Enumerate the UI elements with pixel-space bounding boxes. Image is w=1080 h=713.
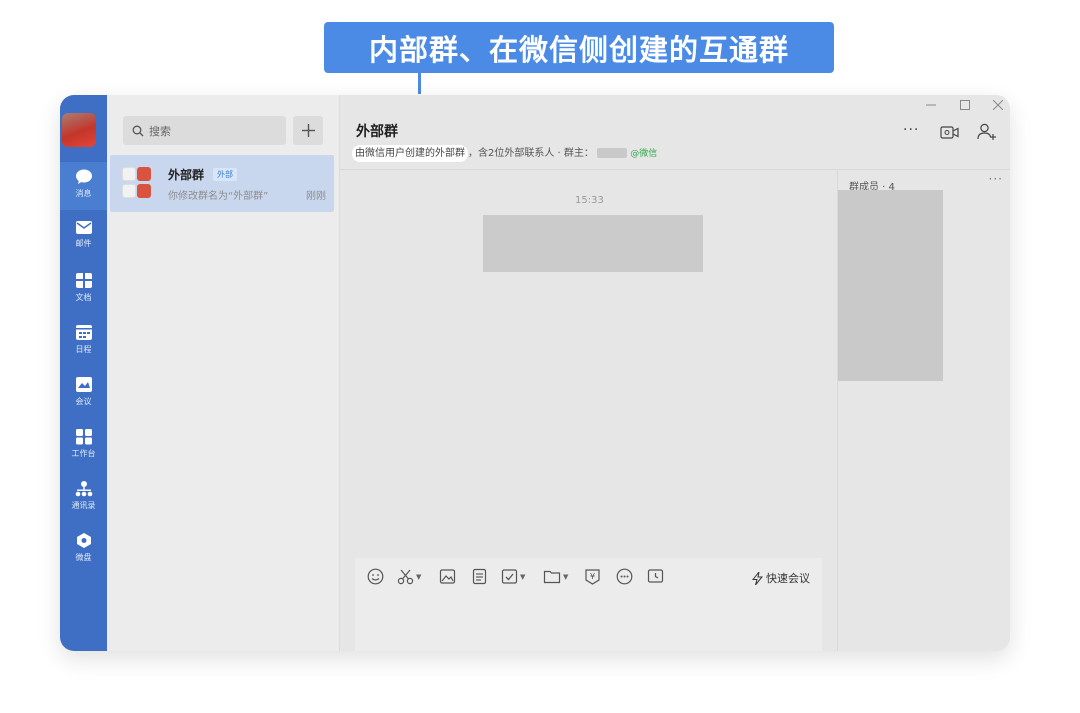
drive-icon bbox=[76, 533, 91, 548]
member-more-button[interactable]: ··· bbox=[989, 172, 1003, 186]
chevron-down-icon: ▼ bbox=[520, 572, 526, 581]
file-button[interactable] bbox=[471, 568, 488, 585]
member-list-blurred bbox=[838, 190, 943, 381]
subtitle-rest: ，含2位外部联系人 · 群主： bbox=[468, 148, 594, 159]
image-button[interactable] bbox=[439, 568, 456, 585]
nav-item-messages[interactable]: 消息 bbox=[60, 162, 107, 210]
emoji-icon bbox=[367, 568, 384, 585]
conversation-title: 外部群 bbox=[168, 168, 205, 182]
nav-item-meeting[interactable]: 会议 bbox=[60, 370, 107, 418]
minimize-button[interactable] bbox=[926, 99, 936, 113]
folder-icon bbox=[543, 570, 561, 584]
mail-icon bbox=[75, 221, 92, 234]
chevron-down-icon: ▼ bbox=[416, 572, 422, 581]
nav-label: 通讯录 bbox=[71, 501, 96, 510]
clock-message-icon bbox=[647, 569, 664, 583]
more-circle-icon bbox=[616, 568, 633, 585]
subtitle-highlight: 由微信用户创建的外部群 bbox=[352, 145, 468, 162]
chevron-down-icon: ▼ bbox=[563, 572, 569, 581]
plus-icon bbox=[301, 124, 315, 137]
nav-label: 文档 bbox=[75, 293, 92, 302]
chat-more-button[interactable]: ··· bbox=[903, 122, 919, 138]
video-call-button[interactable] bbox=[940, 125, 960, 144]
nav-label: 工作台 bbox=[71, 449, 96, 458]
message-bubble-blurred bbox=[483, 215, 703, 272]
conversation-list: 搜索 外部群 外部 你修改群名为“外部群” 刚刚 bbox=[107, 95, 340, 651]
red-packet-button[interactable]: ¥ bbox=[584, 568, 601, 585]
nav-label: 会议 bbox=[75, 397, 92, 406]
workbench-icon bbox=[75, 429, 92, 445]
list-item[interactable]: 外部群 外部 你修改群名为“外部群” 刚刚 bbox=[110, 155, 334, 212]
maximize-button[interactable] bbox=[960, 99, 970, 113]
video-call-icon bbox=[940, 126, 959, 139]
message-icon bbox=[75, 169, 92, 184]
member-panel: 群成员 · 4 ··· bbox=[837, 170, 1010, 651]
conversation-time: 刚刚 bbox=[306, 191, 326, 202]
nav-item-drive[interactable]: 微盘 bbox=[60, 526, 107, 574]
emoji-button[interactable] bbox=[367, 568, 384, 585]
schedule-button[interactable] bbox=[647, 568, 664, 585]
wechat-badge: @微信 bbox=[630, 149, 658, 159]
group-avatar bbox=[122, 165, 158, 201]
chat-panel: 外部群 由微信用户创建的外部群 ，含2位外部联系人 · 群主： @微信 15:33… bbox=[340, 95, 837, 651]
calendar-icon bbox=[75, 325, 92, 340]
add-user-icon bbox=[977, 123, 996, 140]
nav-item-workbench[interactable]: 工作台 bbox=[60, 422, 107, 470]
message-timestamp: 15:33 bbox=[575, 195, 604, 206]
image-icon bbox=[439, 569, 456, 584]
message-composer[interactable]: ▼ ▼ ▼ ¥ 快速会议 bbox=[355, 558, 822, 651]
add-member-button[interactable] bbox=[977, 123, 997, 145]
callout-text: 内部群、在微信侧创建的互通群 bbox=[368, 32, 789, 67]
nav-item-mail[interactable]: 邮件 bbox=[60, 214, 107, 262]
external-badge: 外部 bbox=[213, 168, 237, 181]
scissors-icon bbox=[397, 569, 414, 585]
nav-item-docs[interactable]: 文档 bbox=[60, 266, 107, 314]
search-icon bbox=[132, 125, 144, 136]
doc-icon bbox=[75, 273, 92, 288]
chat-subtitle: 由微信用户创建的外部群 ，含2位外部联系人 · 群主： @微信 bbox=[352, 144, 658, 162]
nav-label: 微盘 bbox=[75, 553, 92, 562]
checkbox-icon bbox=[501, 569, 518, 584]
nav-label: 消息 bbox=[75, 189, 92, 198]
search-placeholder: 搜索 bbox=[149, 124, 171, 138]
owner-name-blurred bbox=[597, 148, 628, 158]
nav-label: 邮件 bbox=[75, 239, 92, 248]
add-button[interactable] bbox=[293, 116, 323, 145]
header-divider bbox=[340, 169, 1010, 170]
search-input[interactable]: 搜索 bbox=[123, 116, 286, 145]
minimize-icon bbox=[926, 104, 936, 106]
meeting-icon bbox=[75, 377, 92, 392]
callout-pointer bbox=[418, 73, 421, 94]
avatar[interactable] bbox=[62, 113, 96, 147]
close-button[interactable] bbox=[992, 99, 1004, 113]
document-icon bbox=[472, 568, 487, 585]
lightning-icon bbox=[752, 571, 763, 585]
money-icon: ¥ bbox=[585, 569, 600, 585]
nav-label: 日程 bbox=[75, 345, 92, 354]
contacts-icon bbox=[75, 481, 92, 497]
nav-item-calendar[interactable]: 日程 bbox=[60, 318, 107, 366]
nav-item-contacts[interactable]: 通讯录 bbox=[60, 474, 107, 522]
quick-meeting-button[interactable]: 快速会议 bbox=[752, 570, 810, 586]
conversation-preview: 你修改群名为“外部群” bbox=[168, 191, 269, 202]
more-tools-button[interactable] bbox=[616, 568, 633, 585]
folder-button[interactable]: ▼ bbox=[543, 568, 568, 585]
task-button[interactable]: ▼ bbox=[501, 568, 525, 585]
close-icon bbox=[992, 99, 1004, 111]
sidebar-nav: 消息 邮件 文档 日程 会议 工作台 通讯录 微盘 bbox=[60, 95, 107, 651]
chat-title: 外部群 bbox=[356, 124, 398, 140]
screenshot-button[interactable]: ▼ bbox=[397, 568, 421, 585]
quick-meeting-label: 快速会议 bbox=[766, 572, 810, 585]
svg-text:¥: ¥ bbox=[590, 572, 595, 581]
app-window: 消息 邮件 文档 日程 会议 工作台 通讯录 微盘 搜索 外部群 外部 你修改群… bbox=[60, 95, 1010, 651]
callout-banner: 内部群、在微信侧创建的互通群 bbox=[324, 22, 834, 73]
maximize-icon bbox=[960, 100, 970, 110]
